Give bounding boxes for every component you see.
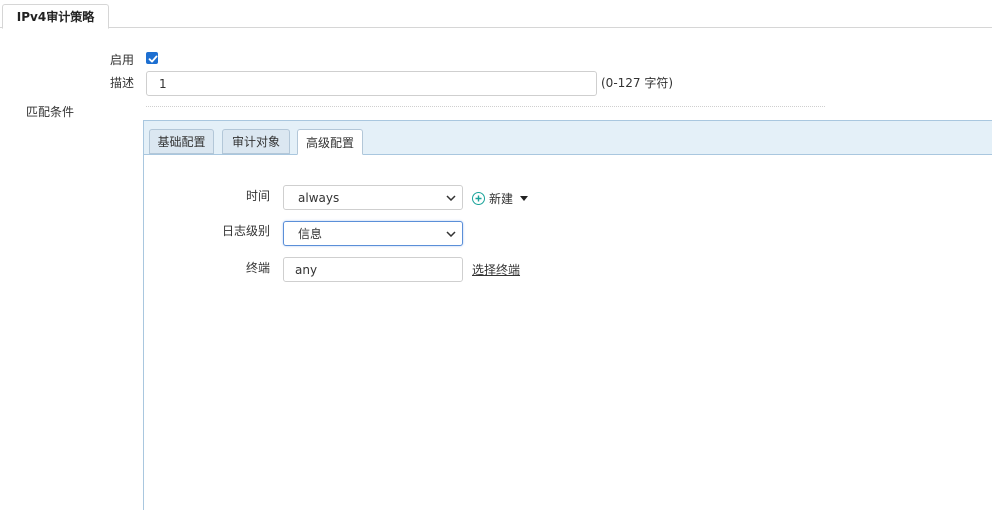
enable-checkbox[interactable] — [146, 52, 158, 64]
caret-down-icon — [520, 196, 529, 201]
new-label: 新建 — [489, 192, 514, 206]
tab-label: 基础配置 — [157, 135, 206, 149]
description-label: 描述 — [109, 76, 134, 90]
match-conditions-panel — [143, 120, 992, 510]
time-value: always — [298, 190, 340, 205]
log-level-label: 日志级别 — [221, 224, 270, 238]
tab-advanced-config[interactable]: 高级配置 — [297, 129, 363, 155]
divider — [146, 106, 825, 107]
terminal-value: any — [295, 262, 318, 277]
tab-basic-config[interactable]: 基础配置 — [149, 129, 214, 154]
tab-label: 审计对象 — [231, 135, 280, 149]
match-conditions-label: 匹配条件 — [26, 105, 75, 119]
tab-label: 高级配置 — [305, 135, 354, 150]
terminal-label: 终端 — [245, 261, 270, 275]
tab-label: IPv4审计策略 — [16, 10, 95, 24]
new-time-button[interactable]: 新建 — [472, 190, 529, 207]
plus-circle-icon — [472, 192, 485, 205]
chevron-down-icon — [446, 230, 456, 237]
time-label: 时间 — [245, 189, 270, 203]
enable-label: 启用 — [109, 53, 134, 67]
check-icon — [148, 55, 158, 63]
tab-audit-object[interactable]: 审计对象 — [222, 129, 290, 154]
time-select[interactable]: always — [283, 185, 463, 210]
terminal-input[interactable]: any — [283, 257, 463, 282]
description-hint: (0-127 字符) — [601, 76, 674, 90]
chevron-down-icon — [446, 194, 456, 201]
select-terminal-link[interactable]: 选择终端 — [472, 261, 520, 278]
description-value: 1 — [159, 76, 167, 91]
tab-ipv4-audit-policy[interactable]: IPv4审计策略 — [2, 4, 109, 29]
log-level-select[interactable]: 信息 — [283, 221, 463, 246]
description-input[interactable]: 1 — [146, 71, 597, 96]
log-level-value: 信息 — [298, 227, 323, 241]
top-tab-bar — [0, 0, 992, 28]
